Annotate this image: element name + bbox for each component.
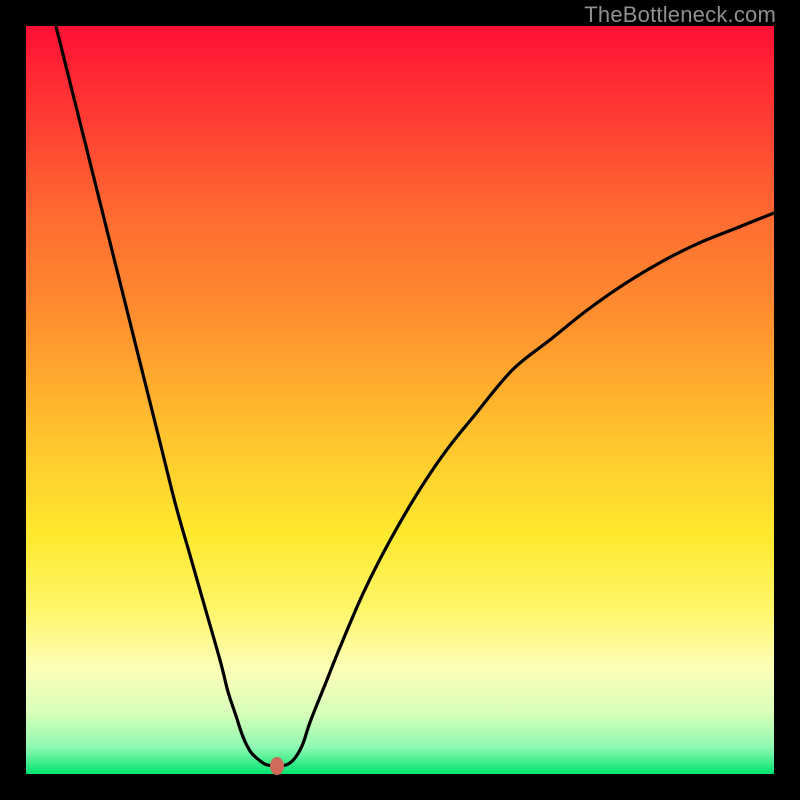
bottleneck-curve-path	[56, 26, 774, 766]
optimal-point-marker	[270, 757, 284, 775]
chart-curve-layer	[26, 26, 774, 774]
watermark-text: TheBottleneck.com	[584, 2, 776, 28]
chart-frame	[26, 26, 774, 774]
